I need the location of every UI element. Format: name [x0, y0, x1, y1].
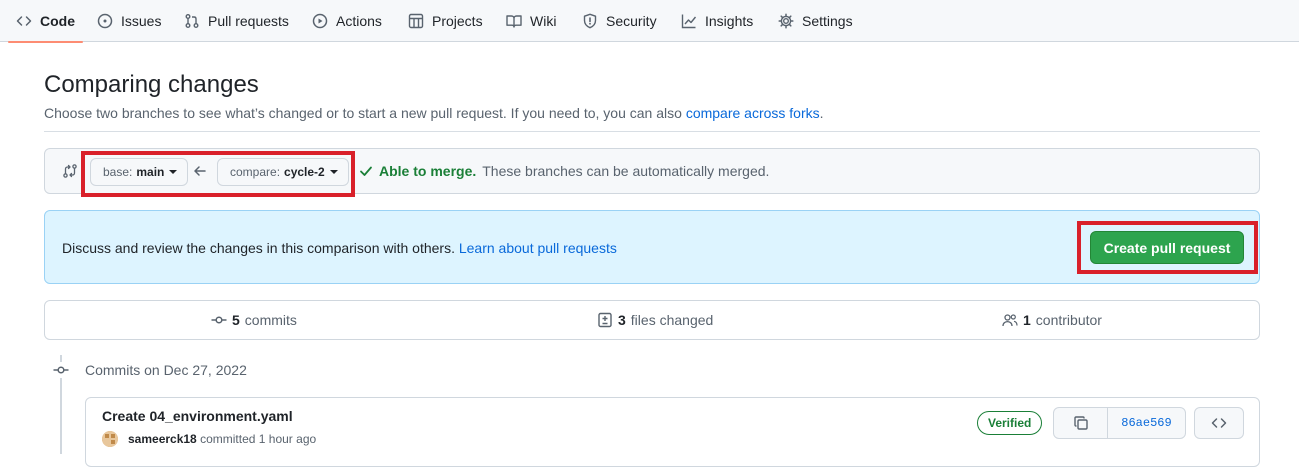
- files-label: files changed: [630, 312, 714, 328]
- tab-label: Projects: [432, 13, 483, 29]
- base-branch-select[interactable]: base: main: [90, 158, 189, 186]
- gear-icon: [778, 13, 794, 29]
- tab-label: Security: [606, 13, 657, 29]
- create-pull-request-button[interactable]: Create pull request: [1090, 231, 1244, 264]
- code-icon: [1211, 418, 1227, 428]
- tab-settings[interactable]: Settings: [778, 0, 853, 42]
- commit-meta: sameerck18 committed 1 hour ago: [128, 432, 316, 446]
- caret-down-icon: [169, 170, 178, 174]
- play-icon: [312, 13, 328, 29]
- contributors-label: contributor: [1035, 312, 1102, 328]
- check-icon: [360, 166, 372, 176]
- files-count: 3: [618, 312, 626, 328]
- commit-row: Create 04_environment.yaml sameerck18 co…: [85, 397, 1260, 467]
- page-subtitle: Choose two branches to see what’s change…: [44, 105, 824, 121]
- subtitle-end: .: [819, 105, 824, 121]
- table-icon: [408, 13, 424, 29]
- copy-sha-button[interactable]: [1054, 408, 1108, 438]
- commits-label: commits: [244, 312, 297, 328]
- blankslate-text: Discuss and review the changes in this c…: [62, 240, 617, 256]
- tab-pull-requests[interactable]: Pull requests: [184, 0, 289, 42]
- commit-title-link[interactable]: Create 04_environment.yaml: [102, 408, 293, 424]
- commits-date-heading: Commits on Dec 27, 2022: [85, 362, 247, 378]
- people-icon: [1002, 314, 1018, 327]
- compare-across-forks-link[interactable]: compare across forks: [686, 105, 820, 121]
- issue-icon: [97, 13, 113, 29]
- commit-icon: [211, 316, 227, 324]
- contributors-count: 1: [1023, 312, 1031, 328]
- tab-projects[interactable]: Projects: [408, 0, 483, 42]
- tab-label: Pull requests: [208, 13, 289, 29]
- merge-status-text: These branches can be automatically merg…: [482, 163, 770, 179]
- tab-label: Actions: [336, 13, 382, 29]
- avatar[interactable]: [102, 431, 118, 447]
- tab-insights[interactable]: Insights: [681, 0, 753, 42]
- merge-ok-label: Able to merge.: [379, 163, 477, 179]
- compare-blankslate: Discuss and review the changes in this c…: [44, 210, 1260, 284]
- tab-label: Insights: [705, 13, 754, 29]
- tab-security[interactable]: Security: [582, 0, 657, 42]
- verified-badge[interactable]: Verified: [977, 411, 1043, 435]
- browse-repo-button[interactable]: [1194, 407, 1244, 439]
- code-icon: [16, 16, 32, 26]
- blankslate-message: Discuss and review the changes in this c…: [62, 240, 459, 256]
- tab-label: Code: [40, 13, 75, 29]
- tab-code[interactable]: Code: [8, 0, 83, 43]
- compare-prefix: compare:: [230, 165, 281, 179]
- shield-icon: [583, 13, 597, 29]
- learn-pull-requests-link[interactable]: Learn about pull requests: [459, 240, 617, 256]
- commit-icon: [51, 362, 71, 378]
- subtitle-text: Choose two branches to see what’s change…: [44, 105, 686, 121]
- page-title: Comparing changes: [44, 71, 259, 98]
- commits-tab[interactable]: 5 commits: [211, 301, 297, 339]
- divider: [44, 131, 1260, 132]
- tab-label: Settings: [802, 13, 853, 29]
- git-compare-icon: [63, 164, 77, 178]
- files-changed-tab[interactable]: 3 files changed: [597, 301, 713, 339]
- commits-count: 5: [232, 312, 240, 328]
- contributors-tab[interactable]: 1 contributor: [1002, 301, 1102, 339]
- commit-sha-group: 86ae569: [1053, 407, 1186, 439]
- tab-actions[interactable]: Actions: [312, 0, 382, 42]
- merge-status: Able to merge. These branches can be aut…: [359, 163, 769, 179]
- compare-branch-name: cycle-2: [284, 165, 325, 179]
- compare-summary: 5 commits 3 files changed 1 contributor: [44, 300, 1260, 340]
- tab-label: Issues: [121, 13, 162, 29]
- tab-issues[interactable]: Issues: [97, 0, 161, 42]
- commit-time: 1 hour ago: [258, 432, 317, 446]
- base-branch-name: main: [136, 165, 165, 179]
- pull-request-icon: [185, 14, 199, 28]
- graph-icon: [681, 14, 697, 29]
- arrow-left-icon: [194, 166, 206, 176]
- commit-author-link[interactable]: sameerck18: [128, 432, 197, 446]
- caret-down-icon: [329, 170, 338, 174]
- book-icon: [506, 15, 522, 28]
- compare-branch-select[interactable]: compare: cycle-2: [217, 158, 349, 186]
- commit-action: committed: [200, 432, 256, 446]
- file-diff-icon: [598, 312, 612, 328]
- tab-label: Wiki: [530, 13, 557, 29]
- commit-sha-link[interactable]: 86ae569: [1108, 408, 1185, 438]
- range-editor: base: main compare: cycle-2 Able to merg…: [44, 148, 1260, 194]
- tab-wiki[interactable]: Wiki: [506, 0, 556, 42]
- repo-nav: Code Issues Pull requests Actions Projec…: [0, 0, 1299, 43]
- base-prefix: base:: [103, 165, 133, 179]
- copy-icon: [1073, 416, 1088, 430]
